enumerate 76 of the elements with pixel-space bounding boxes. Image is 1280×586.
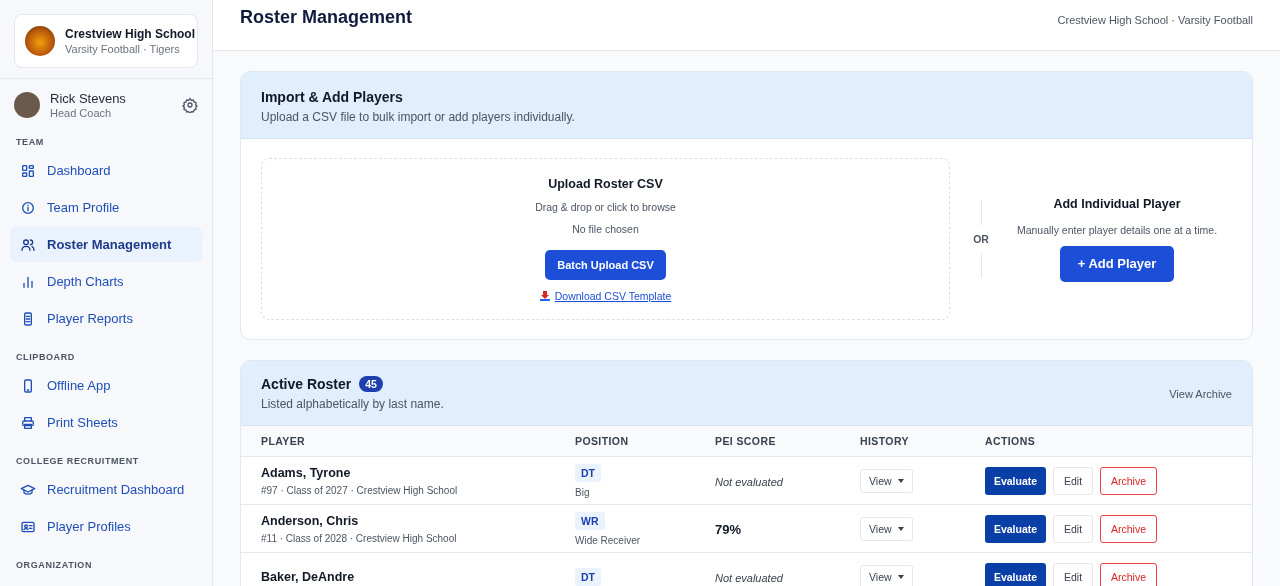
history-dropdown[interactable]: View [860, 516, 913, 541]
sidebar-item[interactable]: Offline App [10, 368, 202, 403]
sidebar-item[interactable]: Print Sheets [10, 405, 202, 440]
count-badge: 45 [359, 376, 383, 392]
printer-icon [20, 414, 36, 431]
add-title: Add Individual Player [1053, 196, 1181, 211]
user-name: Rick Stevens [50, 91, 126, 106]
evaluate-button[interactable]: Evaluate [985, 466, 1046, 495]
school-name: Crestview High School [65, 27, 196, 41]
edit-button[interactable]: Edit [1053, 514, 1093, 543]
archive-button[interactable]: Archive [1100, 562, 1157, 586]
player-name: Adams, Tyrone [261, 465, 352, 480]
sidebar-item[interactable]: Roster Management [10, 227, 202, 262]
player-details: #97 · Class of 2027 · Crestview High School [261, 484, 459, 496]
section-heading: TEAM [15, 136, 45, 149]
position-name: Big [575, 487, 591, 498]
archive-button[interactable]: Archive [1100, 514, 1157, 543]
player-name: Anderson, Chris [261, 513, 360, 528]
position-name: Wide Receiver [575, 535, 642, 546]
card-subtitle: Upload a CSV file to bulk import or add players individually. [261, 110, 576, 124]
caret-icon [897, 574, 904, 579]
view-archive-link[interactable]: View Archive [1169, 387, 1232, 400]
card-title: Import & Add Players [261, 89, 404, 105]
column-header: PEI SCORE [715, 435, 777, 447]
file-status: No file chosen [572, 222, 639, 235]
download-icon [539, 290, 550, 301]
section-heading: ORGANIZATION [15, 559, 94, 572]
column-header: PLAYER [261, 435, 307, 447]
sidebar-item[interactable]: Player Profiles [10, 509, 202, 544]
position-tag: WR [575, 512, 605, 530]
tiger-logo [25, 26, 55, 56]
card-subtitle: Listed alphabetically by last name. [261, 397, 444, 411]
player-details: #11 · Class of 2028 · Crestview High School [261, 532, 458, 544]
pei-score: Not evaluated [715, 571, 783, 584]
sidebar-item[interactable]: Dashboard [10, 153, 202, 188]
batch-upload-button[interactable]: Batch Upload CSV [545, 249, 666, 280]
info-icon [20, 199, 36, 216]
add-player-button[interactable]: + Add Player [1059, 245, 1175, 282]
caret-icon [897, 526, 904, 531]
sidebar-item[interactable]: Depth Charts [10, 264, 202, 299]
users-icon [20, 236, 36, 253]
section-heading: CLIPBOARD [15, 351, 76, 364]
section-heading: COLLEGE RECRUITMENT [15, 455, 140, 468]
upload-title: Upload Roster CSV [548, 176, 663, 191]
sidebar-item[interactable]: Team Profile [10, 190, 202, 225]
download-template-link[interactable]: Download CSV Template [539, 289, 672, 302]
position-tag: DT [575, 568, 601, 586]
card-title: Active Roster [261, 376, 352, 392]
add-hint: Manually enter player details one at a time. [1016, 223, 1218, 236]
avatar [14, 92, 40, 118]
grid-icon [20, 162, 36, 179]
column-header: HISTORY [860, 435, 910, 447]
user-role: Head Coach [50, 107, 113, 119]
position-tag: DT [575, 464, 601, 482]
pei-score: Not evaluated [715, 475, 783, 488]
settings-icon[interactable] [182, 97, 198, 113]
edit-button[interactable]: Edit [1053, 466, 1093, 495]
page-title: Roster Management [240, 6, 413, 28]
history-dropdown[interactable]: View [860, 564, 913, 586]
pei-score: 79% [715, 521, 742, 537]
player-name: Baker, DeAndre [261, 569, 356, 584]
or-divider: OR [973, 233, 989, 245]
upload-hint: Drag & drop or click to browse [535, 200, 676, 213]
evaluate-button[interactable]: Evaluate [985, 514, 1046, 543]
column-header: POSITION [575, 435, 630, 447]
caret-icon [897, 478, 904, 483]
breadcrumb: Crestview High School · Varsity Football [1057, 14, 1253, 26]
sidebar-item[interactable]: Player Reports [10, 301, 202, 336]
history-dropdown[interactable]: View [860, 468, 913, 493]
upload-dropzone[interactable]: Upload Roster CSV Drag & drop or click to browse No file chosen Batch Upload CSV Download CSV Template [261, 158, 950, 320]
evaluate-button[interactable]: Evaluate [985, 562, 1046, 586]
team-subtitle: Varsity Football · Tigers [65, 43, 181, 55]
column-header: ACTIONS [985, 435, 1037, 447]
sidebar-item[interactable]: Recruitment Dashboard [10, 472, 202, 507]
edit-button[interactable]: Edit [1053, 562, 1093, 586]
archive-button[interactable]: Archive [1100, 466, 1157, 495]
